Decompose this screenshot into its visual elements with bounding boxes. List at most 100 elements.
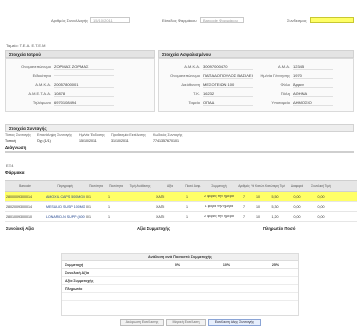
patient-field-row: Ταμείο ΟΠΑΔ Υποταμείο ΔΗΜΟΣΙΟ <box>159 98 353 107</box>
medicine-cell-dosage: 2 φορές την ημέρα <box>204 194 234 198</box>
doctor-field-value: 20057800001 <box>54 82 114 88</box>
medicine-cell-dosage: 2 φορές την ημέρα <box>204 214 234 218</box>
medicine-cell-fund: 1 <box>186 204 188 209</box>
patient-field-row: Τ.Κ. 16232 Πόλη ΑΘΗΝΑ <box>159 89 353 98</box>
medicine-cell-fund: 1 <box>186 194 188 199</box>
patient-field-value-2: ΑΘΗΝΑ <box>293 91 333 97</box>
prescription-value: 15/10/2011 <box>79 139 97 143</box>
medicine-cell-desc: AMOXIL CAPS 500MG/CAP <box>46 194 85 199</box>
medicine-column-header[interactable]: Ποσότητα <box>85 184 107 188</box>
medicine-cell-val: ΧΑΠΙ <box>156 204 165 209</box>
prescription-value: 7741357670101 <box>153 139 179 143</box>
prescription-section-title: Στοιχεία Συνταγής <box>5 124 354 132</box>
summary-header-cell: 10% <box>222 262 231 267</box>
prescription-value: Όχι (1/1) <box>37 139 51 143</box>
medicine-cell-days: 7 <box>243 214 245 219</box>
medicine-cell-low: 5,30 <box>271 204 279 209</box>
doctor-field-label: Τηλέφωνο <box>32 100 51 105</box>
medicine-cell-val: ΧΑΠΙ <box>156 194 165 199</box>
total-value-label: Συνολική Αξία <box>6 226 34 231</box>
prescription-header-row: Τύπος Συνταγής Επανάληψη Συνταγής Ημ/νία Έ… <box>5 133 205 143</box>
transaction-input[interactable]: 15/10/2011 <box>90 17 130 23</box>
diagnosis-value: ΕΞ4 <box>6 163 14 168</box>
doctor-section-title: Στοιχεία Ιατρού <box>5 50 155 58</box>
medicine-cell-val: ΧΑΠΙ <box>156 214 165 219</box>
medicine-cell-diff: 0,00 <box>293 194 301 199</box>
patient-field-row: Ονοματεπώνυμο ΠΑΠΑΔΟΠΟΥΛΟΣ ΒΑΣΙΛΕΙΟΣ Ημ/νί… <box>159 71 353 80</box>
transaction-label: Αριθμός Συναλλαγής <box>51 18 89 23</box>
patient-field-label: Α.Μ.Κ.Α. <box>184 64 200 69</box>
medicine-cell-desc: MESULID SUSP 100MG/5ML/F <box>46 204 85 209</box>
medicine-row[interactable]: 2801009300010 LONARID-N SUPP (400+50+100)… <box>5 212 357 222</box>
doctor-field-row: Ονοματεπώνυμο ΖΟΡΜΑΣ ΖΟΡΜΑΣ <box>6 62 154 71</box>
medicine-cell-diff: 0,00 <box>293 204 301 209</box>
cancel-execution-button[interactable]: Ακύρωση Εκτέλεσης <box>120 319 164 326</box>
medicine-cell-qty: 0/1 <box>86 214 91 219</box>
diagnosis-divider <box>5 151 354 153</box>
summary-header-cell: 0% <box>174 262 181 267</box>
diagnosis-title: Διάγνωση <box>5 145 27 150</box>
full-execution-button[interactable]: Εκτέλεση όλης Συνταγής <box>208 319 261 326</box>
medicine-column-header[interactable]: Τιμή Ανάθεσης <box>125 184 155 188</box>
summary-row-label: Αξία Συμμετοχής <box>65 278 94 283</box>
medicine-cell-units: 1 <box>108 204 110 209</box>
doctor-field-label: Ονοματεπώνυμο <box>21 64 51 69</box>
medicine-cell-low: 1,20 <box>271 214 279 219</box>
medicine-cell-pct: 10 <box>256 194 260 199</box>
medicine-cell-fund: 1 <box>186 214 188 219</box>
medicine-column-header[interactable]: % Κατώτ. <box>251 184 265 188</box>
summary-header-cell: 25% <box>271 262 280 267</box>
medicine-cell-barcode: 2800009300014 <box>6 194 32 199</box>
medicine-column-header[interactable]: Κατώτερη Τιμή <box>265 184 285 188</box>
doctor-field-value: 6970108494 <box>54 100 114 106</box>
medicine-column-header[interactable]: Barcode <box>5 184 45 188</box>
medicine-cell-pct: 10 <box>256 214 260 219</box>
barcode-input[interactable]: Barcode Φαρμάκου <box>200 17 244 23</box>
medicine-row[interactable]: 2802009300014 MESULID SUSP 100MG/5ML/F0/1… <box>5 202 357 212</box>
patient-field-value-2: ΔΗΜΟΣΙΟ <box>293 100 333 106</box>
summary-row-empty <box>62 293 298 301</box>
patient-field-value-2: 1970 <box>293 73 333 79</box>
medicine-cell-diff: 0,00 <box>293 214 301 219</box>
medicine-column-header[interactable]: Αξία <box>155 184 185 188</box>
medicine-cell-desc: LONARID-N SUPP (400+50+100) MG/SUPP <box>46 214 85 219</box>
prescription-header: Προθεσμία Εκτέλεσης <box>111 133 146 137</box>
medicine-column-header[interactable]: Αριθμός <box>237 184 251 188</box>
patient-field-label-2: Πόλη <box>280 91 290 96</box>
patient-field-label: Τ.Κ. <box>193 91 200 96</box>
prescription-header: Κωδικός Συνταγής <box>153 133 183 137</box>
doctor-field-value: 10878 <box>54 91 114 97</box>
medicine-column-header[interactable]: Συμμετοχή <box>201 184 237 188</box>
patient-field-value: ΟΠΑΔ <box>203 100 253 106</box>
medicine-column-header[interactable]: Διαφορά <box>285 184 309 188</box>
medicine-row[interactable]: 2800009300014 AMOXIL CAPS 500MG/CAP0/1 1 ΧΑ… <box>5 192 357 202</box>
medicine-cell-days: 7 <box>243 194 245 199</box>
doctor-field-row: Α.Μ.Ε.Τ.Α.Α. 10878 <box>6 89 154 98</box>
patient-field-label: Ταμείο <box>188 100 200 105</box>
summary-row-label: Συνολική Αξία <box>65 270 89 275</box>
patient-field-row: Διεύθυνση ΜΕΣΟΓΕΙΩΝ 100 Φύλο Άρρεν <box>159 80 353 89</box>
medicine-cell-total: 0,00 <box>317 194 325 199</box>
doctor-field-row: Τηλέφωνο 6970108494 <box>6 98 154 107</box>
medicines-title: Φάρμακα <box>5 170 25 175</box>
medicine-column-header[interactable]: Ποσότητα <box>107 184 125 188</box>
patient-field-value-2: 12345 <box>293 64 333 70</box>
medicine-table-body: 2800009300014AMOXIL CAPS 500MG/CAP0/11ΧΑ… <box>5 192 357 222</box>
patient-field-row: Α.Μ.Κ.Α. 30097000470 Α.Μ.Α. 12345 <box>159 62 353 71</box>
prescription-value: 31/10/2011 <box>111 139 129 143</box>
patient-field-label-2: Φύλο <box>280 82 290 87</box>
doctor-box: Ονοματεπώνυμο ΖΟΡΜΑΣ ΖΟΡΜΑΣ Ειδικότητα Α.Μ.… <box>5 58 155 112</box>
medicine-column-header[interactable]: Συνολική Τιμή <box>309 184 333 188</box>
code-label: Συνδεσμος <box>287 18 307 23</box>
code-input[interactable] <box>310 17 354 23</box>
medicine-cell-qty: 0/1 <box>86 194 91 199</box>
medicine-column-header[interactable]: Ποσό Ασφ. <box>185 184 201 188</box>
summary-row: Αξία Συμμετοχής <box>62 277 298 285</box>
medicine-column-header[interactable]: Περιγραφή <box>45 184 85 188</box>
doctor-field-value <box>54 75 114 76</box>
partial-execution-button[interactable]: Μερική Εκτέλεση <box>166 319 206 326</box>
medicine-table-header: Barcode Περιγραφή Ποσότητα Ποσότητα Τιμή Ανά… <box>5 180 357 192</box>
summary-table: Ανάλυση ανά Ποσοστό Συμμετοχής Συμμετοχή… <box>61 253 299 316</box>
patient-field-label: Ονοματεπώνυμο <box>170 73 200 78</box>
summary-row: Πληρωτέο <box>62 285 298 293</box>
